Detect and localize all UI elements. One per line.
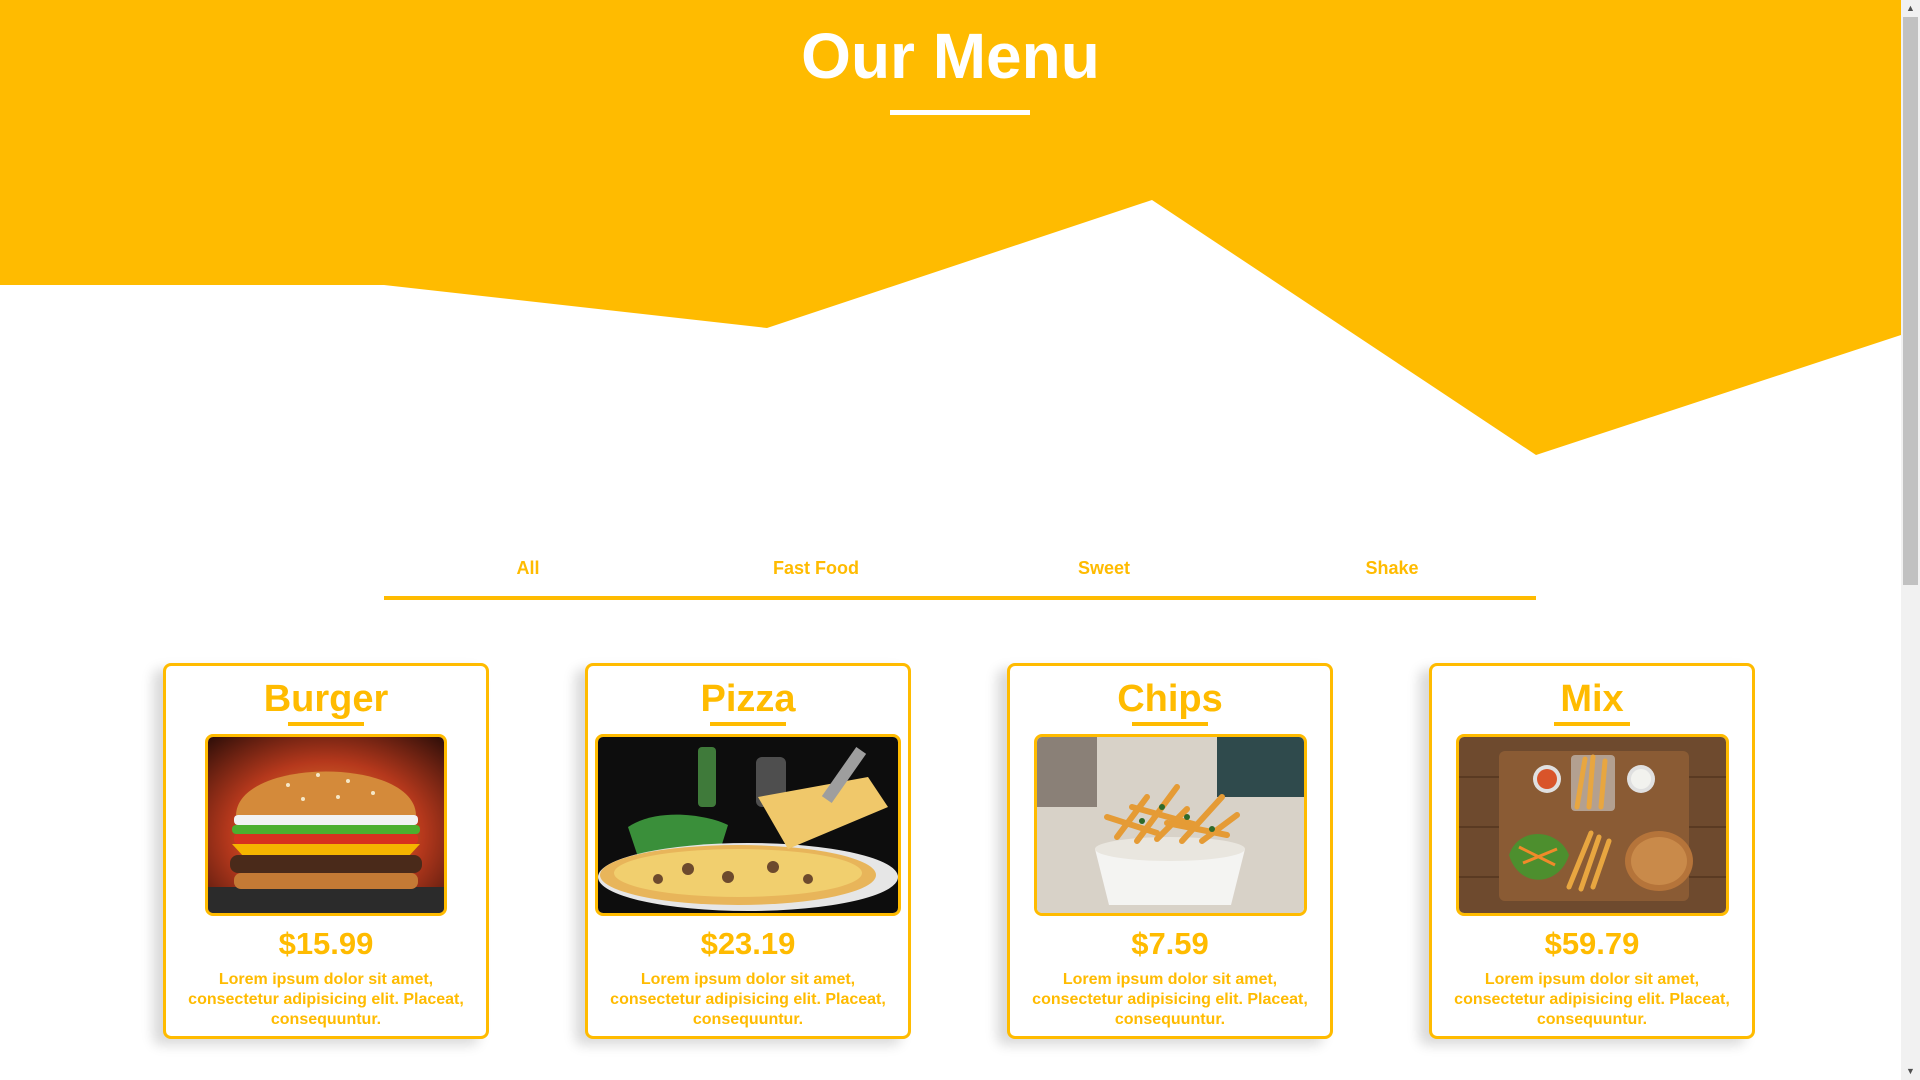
menu-card-description: Lorem ipsum dolor sit amet, consectetur …: [188, 971, 464, 1028]
menu-card-title-underline: [1554, 722, 1630, 726]
filter-tab-fast-food[interactable]: Fast Food: [672, 550, 960, 596]
menu-cards: Burger $15.99 Lorem ipsum dolor sit amet…: [0, 663, 1901, 1039]
burger-photo: [205, 734, 447, 916]
menu-card-description: Lorem ipsum dolor sit amet, consectetur …: [1454, 971, 1730, 1028]
vertical-scrollbar[interactable]: ▲ ▼: [1901, 0, 1920, 1080]
filter-tab-shake[interactable]: Shake: [1248, 550, 1536, 596]
pizza-photo: [595, 734, 901, 916]
filter-tabs: All Fast Food Sweet Shake: [384, 550, 1536, 600]
menu-card-price: $15.99: [278, 926, 374, 961]
menu-card-description: Lorem ipsum dolor sit amet, consectetur …: [1032, 971, 1308, 1028]
menu-card-pizza[interactable]: Pizza $23.19 Lorem ipsum dolor sit amet,…: [585, 663, 911, 1039]
menu-card-burger[interactable]: Burger $15.99 Lorem ipsum dolor sit amet…: [163, 663, 489, 1039]
title-underline: [890, 110, 1030, 115]
menu-card-title-underline: [288, 722, 364, 726]
menu-card-title-underline: [1132, 722, 1208, 726]
scrollbar-thumb[interactable]: [1903, 17, 1918, 585]
menu-card-title: Chips: [1117, 678, 1223, 720]
triangle-up-icon[interactable]: ▲: [1901, 0, 1920, 17]
menu-card-title-underline: [710, 722, 786, 726]
filter-tab-all[interactable]: All: [384, 550, 672, 596]
filter-tab-sweet[interactable]: Sweet: [960, 550, 1248, 596]
menu-card-price: $59.79: [1544, 926, 1640, 961]
menu-card-mix[interactable]: Mix $59.79 Lorem ipsum dolor sit amet, c…: [1429, 663, 1755, 1039]
chips-photo: [1033, 734, 1307, 916]
mix-platter-photo: [1455, 734, 1729, 916]
menu-card-title: Pizza: [700, 678, 796, 720]
menu-page: Our Menu All Fast Food Sweet Shake Burge…: [0, 0, 1920, 1080]
menu-card-price: $7.59: [1131, 926, 1209, 961]
menu-card-title: Burger: [263, 678, 389, 720]
menu-card-chips[interactable]: Chips $7.59 Lorem ipsum dolor sit amet, …: [1007, 663, 1333, 1039]
triangle-down-icon[interactable]: ▼: [1901, 1063, 1920, 1080]
menu-card-description: Lorem ipsum dolor sit amet, consectetur …: [610, 971, 886, 1028]
menu-card-price: $23.19: [700, 926, 796, 961]
menu-card-title: Mix: [1560, 678, 1624, 720]
page-title: Our Menu: [801, 20, 1100, 92]
